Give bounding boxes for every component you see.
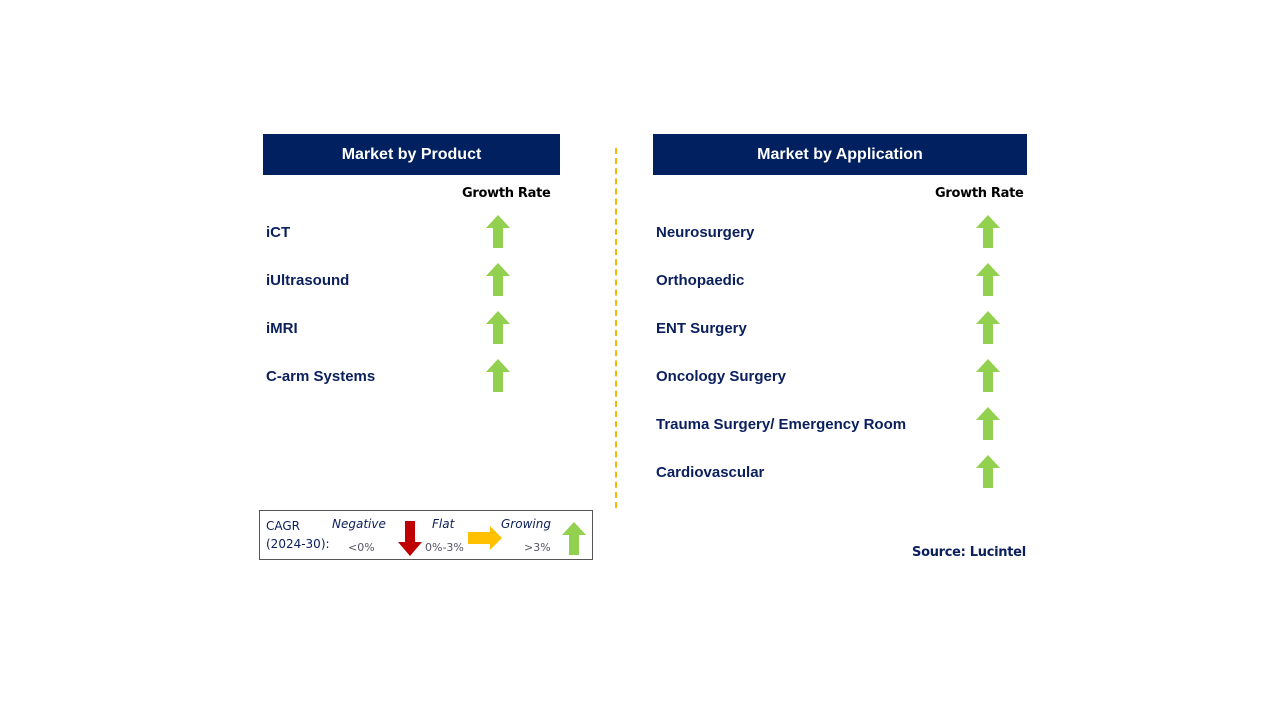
arrow-up-green-icon xyxy=(486,311,510,344)
arrow-up-green-icon xyxy=(976,215,1000,248)
legend-period: (2024-30): xyxy=(266,537,330,551)
product-item-label: iUltrasound xyxy=(266,272,350,289)
legend-negative-range: <0% xyxy=(348,541,375,554)
legend-growing: Growing xyxy=(501,517,551,531)
arrow-up-green-icon xyxy=(486,359,510,392)
application-growth-rate-label: Growth Rate xyxy=(935,186,1024,201)
application-item-label: Oncology Surgery xyxy=(656,368,787,385)
product-item-label: iMRI xyxy=(266,320,298,337)
arrow-up-green-icon xyxy=(562,522,586,555)
divider xyxy=(615,148,617,508)
product-item-label: iCT xyxy=(266,224,291,241)
legend-flat: Flat xyxy=(432,517,455,531)
source: Source: Lucintel xyxy=(912,545,1026,560)
application-item-label: Trauma Surgery/ Emergency Room xyxy=(656,416,907,433)
cagr-legend: CAGR (2024-30): Negative <0% Flat 0%-3% … xyxy=(259,510,593,560)
application-item-label: Cardiovascular xyxy=(656,464,765,481)
arrow-down-red-icon xyxy=(398,521,422,556)
arrow-up-green-icon xyxy=(976,455,1000,488)
legend-cagr: CAGR xyxy=(266,519,301,533)
arrow-up-green-icon xyxy=(976,311,1000,344)
arrow-up-green-icon xyxy=(976,263,1000,296)
arrow-up-green-icon xyxy=(486,215,510,248)
product-header: Market by Product xyxy=(263,134,560,175)
legend-negative: Negative xyxy=(332,517,386,531)
application-item-label: ENT Surgery xyxy=(656,320,747,337)
arrow-up-green-icon xyxy=(976,359,1000,392)
arrow-up-green-icon xyxy=(486,263,510,296)
legend-flat-range: 0%-3% xyxy=(425,541,464,554)
arrow-right-yellow-icon xyxy=(468,526,502,550)
product-growth-rate-label: Growth Rate xyxy=(462,186,551,201)
application-item-label: Orthopaedic xyxy=(656,272,745,289)
application-item-label: Neurosurgery xyxy=(656,224,755,241)
legend-growing-range: >3% xyxy=(524,541,551,554)
application-header: Market by Application xyxy=(653,134,1027,175)
product-item-label: C-arm Systems xyxy=(266,368,376,385)
arrow-up-green-icon xyxy=(976,407,1000,440)
